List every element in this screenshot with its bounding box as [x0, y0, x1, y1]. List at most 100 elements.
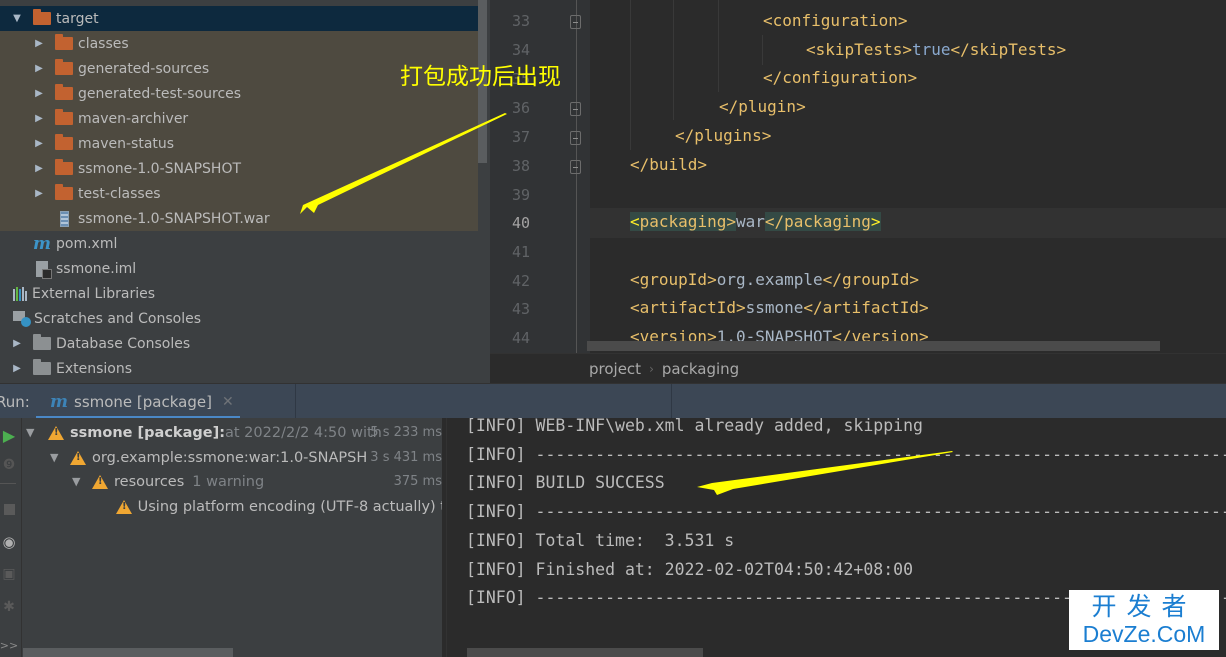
folder-icon — [54, 84, 74, 102]
collapse-arrow-icon[interactable]: ▶ — [32, 188, 46, 199]
collapse-arrow-icon[interactable]: ▶ — [32, 138, 46, 149]
build-node-root[interactable]: ▼ ssmone [package]: at 2022/2/2 4:50 wit… — [26, 420, 446, 445]
console-line: [INFO] Finished at: 2022-02-02T04:50:42+… — [466, 560, 914, 579]
tree-item-scratches[interactable]: Scratches and Consoles — [0, 306, 478, 331]
expand-arrow-icon[interactable]: ▼ — [72, 475, 86, 488]
code-line-33: <configuration> — [763, 11, 908, 30]
code-line-36: </plugin> — [719, 97, 806, 116]
watermark-en: DevZe.CoM — [1082, 621, 1206, 647]
editor-horizontal-scrollbar[interactable] — [587, 341, 1160, 351]
expand-arrow-icon[interactable]: ▼ — [10, 13, 24, 24]
breadcrumb-item-packaging[interactable]: packaging — [662, 360, 739, 378]
collapse-arrow-icon[interactable]: ▶ — [32, 88, 46, 99]
tree-item-label: ssmone.iml — [56, 260, 137, 277]
tree-item-ssmone-snapshot[interactable]: ▶ ssmone-1.0-SNAPSHOT — [0, 156, 478, 181]
code-line-35: </configuration> — [763, 68, 918, 87]
tree-item-label: ssmone-1.0-SNAPSHOT.war — [78, 210, 270, 227]
tree-item-iml[interactable]: ssmone.iml — [0, 256, 478, 281]
tree-item-classes[interactable]: ▶ classes — [0, 31, 478, 56]
indent-guide — [630, 0, 631, 150]
expand-arrow-icon[interactable]: ▼ — [26, 426, 40, 439]
more-icon[interactable]: >> — [0, 636, 18, 654]
line-number: 39 — [511, 186, 530, 204]
stop-icon[interactable] — [0, 500, 18, 518]
warning-icon — [92, 474, 108, 489]
folder-icon — [54, 109, 74, 127]
watermark-logo: 开发者 DevZe.CoM — [1069, 590, 1219, 650]
collapse-arrow-icon[interactable]: ▶ — [10, 338, 24, 349]
tree-item-label: Database Consoles — [56, 335, 191, 352]
code-line-42: <groupId>org.example</groupId> — [630, 270, 919, 289]
fold-marker-icon[interactable] — [570, 15, 581, 29]
camera-icon[interactable]: ▣ — [0, 565, 18, 583]
code-line-37: </plugins> — [675, 126, 772, 145]
close-icon[interactable]: ✕ — [222, 394, 234, 410]
build-tree: ▼ ssmone [package]: at 2022/2/2 4:50 wit… — [22, 418, 446, 657]
tree-item-database-consoles[interactable]: ▶ Database Consoles — [0, 331, 478, 356]
tree-item-external-libraries[interactable]: External Libraries — [0, 281, 478, 306]
run-toolbar: ▶ ❾ ◉ ▣ ✱ >> — [0, 418, 22, 657]
tree-item-label: generated-test-sources — [78, 85, 242, 102]
maven-icon: m — [50, 391, 68, 412]
console-line: [INFO] ---------------------------------… — [466, 502, 1226, 521]
folder-icon — [54, 34, 74, 52]
folder-icon — [32, 359, 52, 377]
console-line: [INFO] Total time: 3.531 s — [466, 531, 735, 550]
divider — [671, 384, 672, 419]
console-line: [INFO] WEB-INF\web.xml already added, sk… — [466, 418, 923, 435]
divider — [295, 384, 296, 419]
build-node-warning[interactable]: Using platform encoding (UTF-8 actually)… — [116, 494, 446, 519]
indent-guide — [762, 35, 763, 65]
tree-item-label: pom.xml — [56, 235, 118, 252]
tree-item-label: ssmone-1.0-SNAPSHOT — [78, 160, 242, 177]
fold-marker-icon[interactable] — [570, 102, 581, 116]
tree-item-label: generated-sources — [78, 60, 210, 77]
war-archive-icon — [54, 210, 74, 227]
collapse-arrow-icon[interactable]: ▶ — [32, 113, 46, 124]
tree-item-label: target — [56, 10, 99, 27]
collapse-arrow-icon[interactable]: ▶ — [32, 63, 46, 74]
indent-guide — [673, 0, 674, 120]
tree-item-test-classes[interactable]: ▶ test-classes — [0, 181, 478, 206]
divider — [0, 483, 16, 484]
expand-arrow-icon[interactable]: ▼ — [50, 451, 64, 464]
code-line-40: <packaging>war</packaging> — [630, 212, 881, 231]
code-editor[interactable]: 33 34 35 36 37 38 39 40 41 42 43 44 <con… — [490, 0, 1226, 383]
build-node-module[interactable]: ▼ org.example:ssmone:war:1.0-SNAPSH 3 s … — [50, 445, 446, 470]
collapse-arrow-icon[interactable]: ▶ — [32, 38, 46, 49]
collapse-arrow-icon[interactable]: ▶ — [10, 363, 24, 374]
watermark-cn: 开发者 — [1091, 592, 1197, 621]
rerun-icon[interactable]: ▶ — [0, 426, 18, 445]
tree-item-pom-xml[interactable]: m pom.xml — [0, 231, 478, 256]
settings-bug-icon[interactable]: ✱ — [0, 598, 18, 616]
tree-item-war-file[interactable]: ssmone-1.0-SNAPSHOT.war — [0, 206, 478, 231]
line-number: 41 — [511, 243, 530, 261]
build-node-resources[interactable]: ▼ resources 1 warning 375 ms — [72, 469, 446, 494]
module-file-icon — [32, 260, 52, 279]
build-tree-horizontal-scrollbar[interactable] — [23, 648, 233, 657]
view-icon[interactable]: ◉ — [0, 533, 18, 551]
collapse-arrow-icon[interactable]: ▶ — [32, 163, 46, 174]
tree-item-maven-archiver[interactable]: ▶ maven-archiver — [0, 106, 478, 131]
warning-icon — [116, 499, 132, 514]
console-horizontal-scrollbar[interactable] — [467, 648, 703, 657]
debug-icon[interactable]: ❾ — [0, 456, 18, 474]
line-number: 40 — [511, 214, 530, 232]
tree-item-extensions[interactable]: ▶ Extensions — [0, 356, 478, 381]
fold-marker-icon[interactable] — [570, 131, 581, 145]
fold-guide — [576, 0, 577, 353]
code-line-34: <skipTests>true</skipTests> — [806, 40, 1067, 59]
folder-icon — [54, 159, 74, 177]
fold-marker-icon[interactable] — [570, 160, 581, 174]
tree-item-target[interactable]: ▼ target — [0, 6, 478, 31]
tree-item-maven-status[interactable]: ▶ maven-status — [0, 131, 478, 156]
tree-item-label: test-classes — [78, 185, 161, 202]
tree-item-label: Extensions — [56, 360, 133, 377]
tag-match-highlight: </packaging> — [764, 212, 881, 231]
line-number: 36 — [511, 99, 530, 117]
console-line: [INFO] BUILD SUCCESS — [466, 473, 665, 492]
folder-icon — [32, 334, 52, 352]
breadcrumb-item-project[interactable]: project — [589, 360, 641, 378]
folder-icon — [32, 9, 52, 27]
tab-ssmone-package[interactable]: m ssmone [package] ✕ — [36, 384, 240, 419]
